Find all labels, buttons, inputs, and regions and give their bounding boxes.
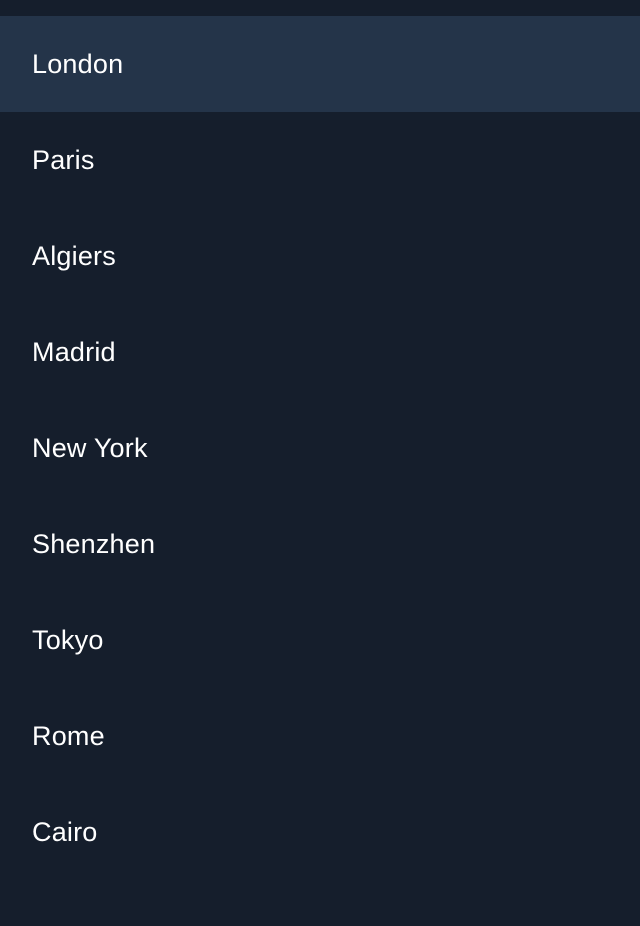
menu-item-rome[interactable]: Rome [0, 688, 640, 784]
menu-item-cairo[interactable]: Cairo [0, 784, 640, 880]
menu-item-label: Rome [32, 720, 105, 751]
menu-item-label: New York [32, 432, 148, 463]
menu-item-paris[interactable]: Paris [0, 112, 640, 208]
menu-item-label: Paris [32, 144, 95, 175]
menu-item-label: Tokyo [32, 624, 104, 655]
menu-item-label: Algiers [32, 240, 116, 271]
menu-item-shenzhen[interactable]: Shenzhen [0, 496, 640, 592]
menu-item-london[interactable]: London [0, 16, 640, 112]
menu-item-tokyo[interactable]: Tokyo [0, 592, 640, 688]
menu-item-label: Shenzhen [32, 528, 156, 559]
menu-item-madrid[interactable]: Madrid [0, 304, 640, 400]
city-menu: London Paris Algiers Madrid New York She… [0, 0, 640, 926]
menu-item-label: London [32, 48, 124, 79]
menu-item-label: Cairo [32, 816, 98, 847]
menu-item-algiers[interactable]: Algiers [0, 208, 640, 304]
menu-item-label: Madrid [32, 336, 116, 367]
menu-item-new-york[interactable]: New York [0, 400, 640, 496]
